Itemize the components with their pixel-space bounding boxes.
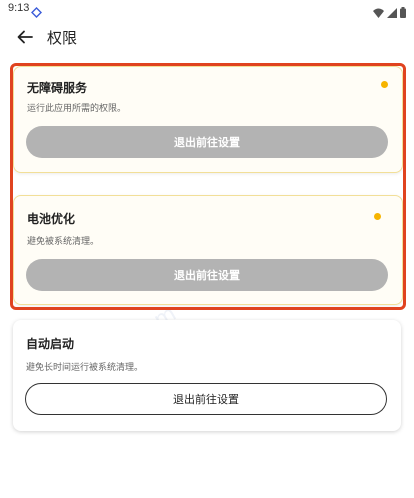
back-button[interactable] <box>14 26 36 48</box>
page-title: 权限 <box>47 29 78 47</box>
highlight-frame <box>10 63 406 310</box>
status-time: 9:13 <box>8 2 30 14</box>
permission-card-auto-start: 自动启动 避免长时间运行被系统清理。 退出前往设置 <box>13 320 401 431</box>
app-bar: 权限 <box>0 18 414 56</box>
status-bar: 9:13 <box>0 0 414 18</box>
arrow-left-icon <box>17 30 33 44</box>
sync-icon <box>31 3 42 18</box>
card-description: 避免长时间运行被系统清理。 <box>26 363 144 373</box>
card-title: 自动启动 <box>26 337 75 351</box>
go-to-settings-button[interactable]: 退出前往设置 <box>25 383 387 415</box>
